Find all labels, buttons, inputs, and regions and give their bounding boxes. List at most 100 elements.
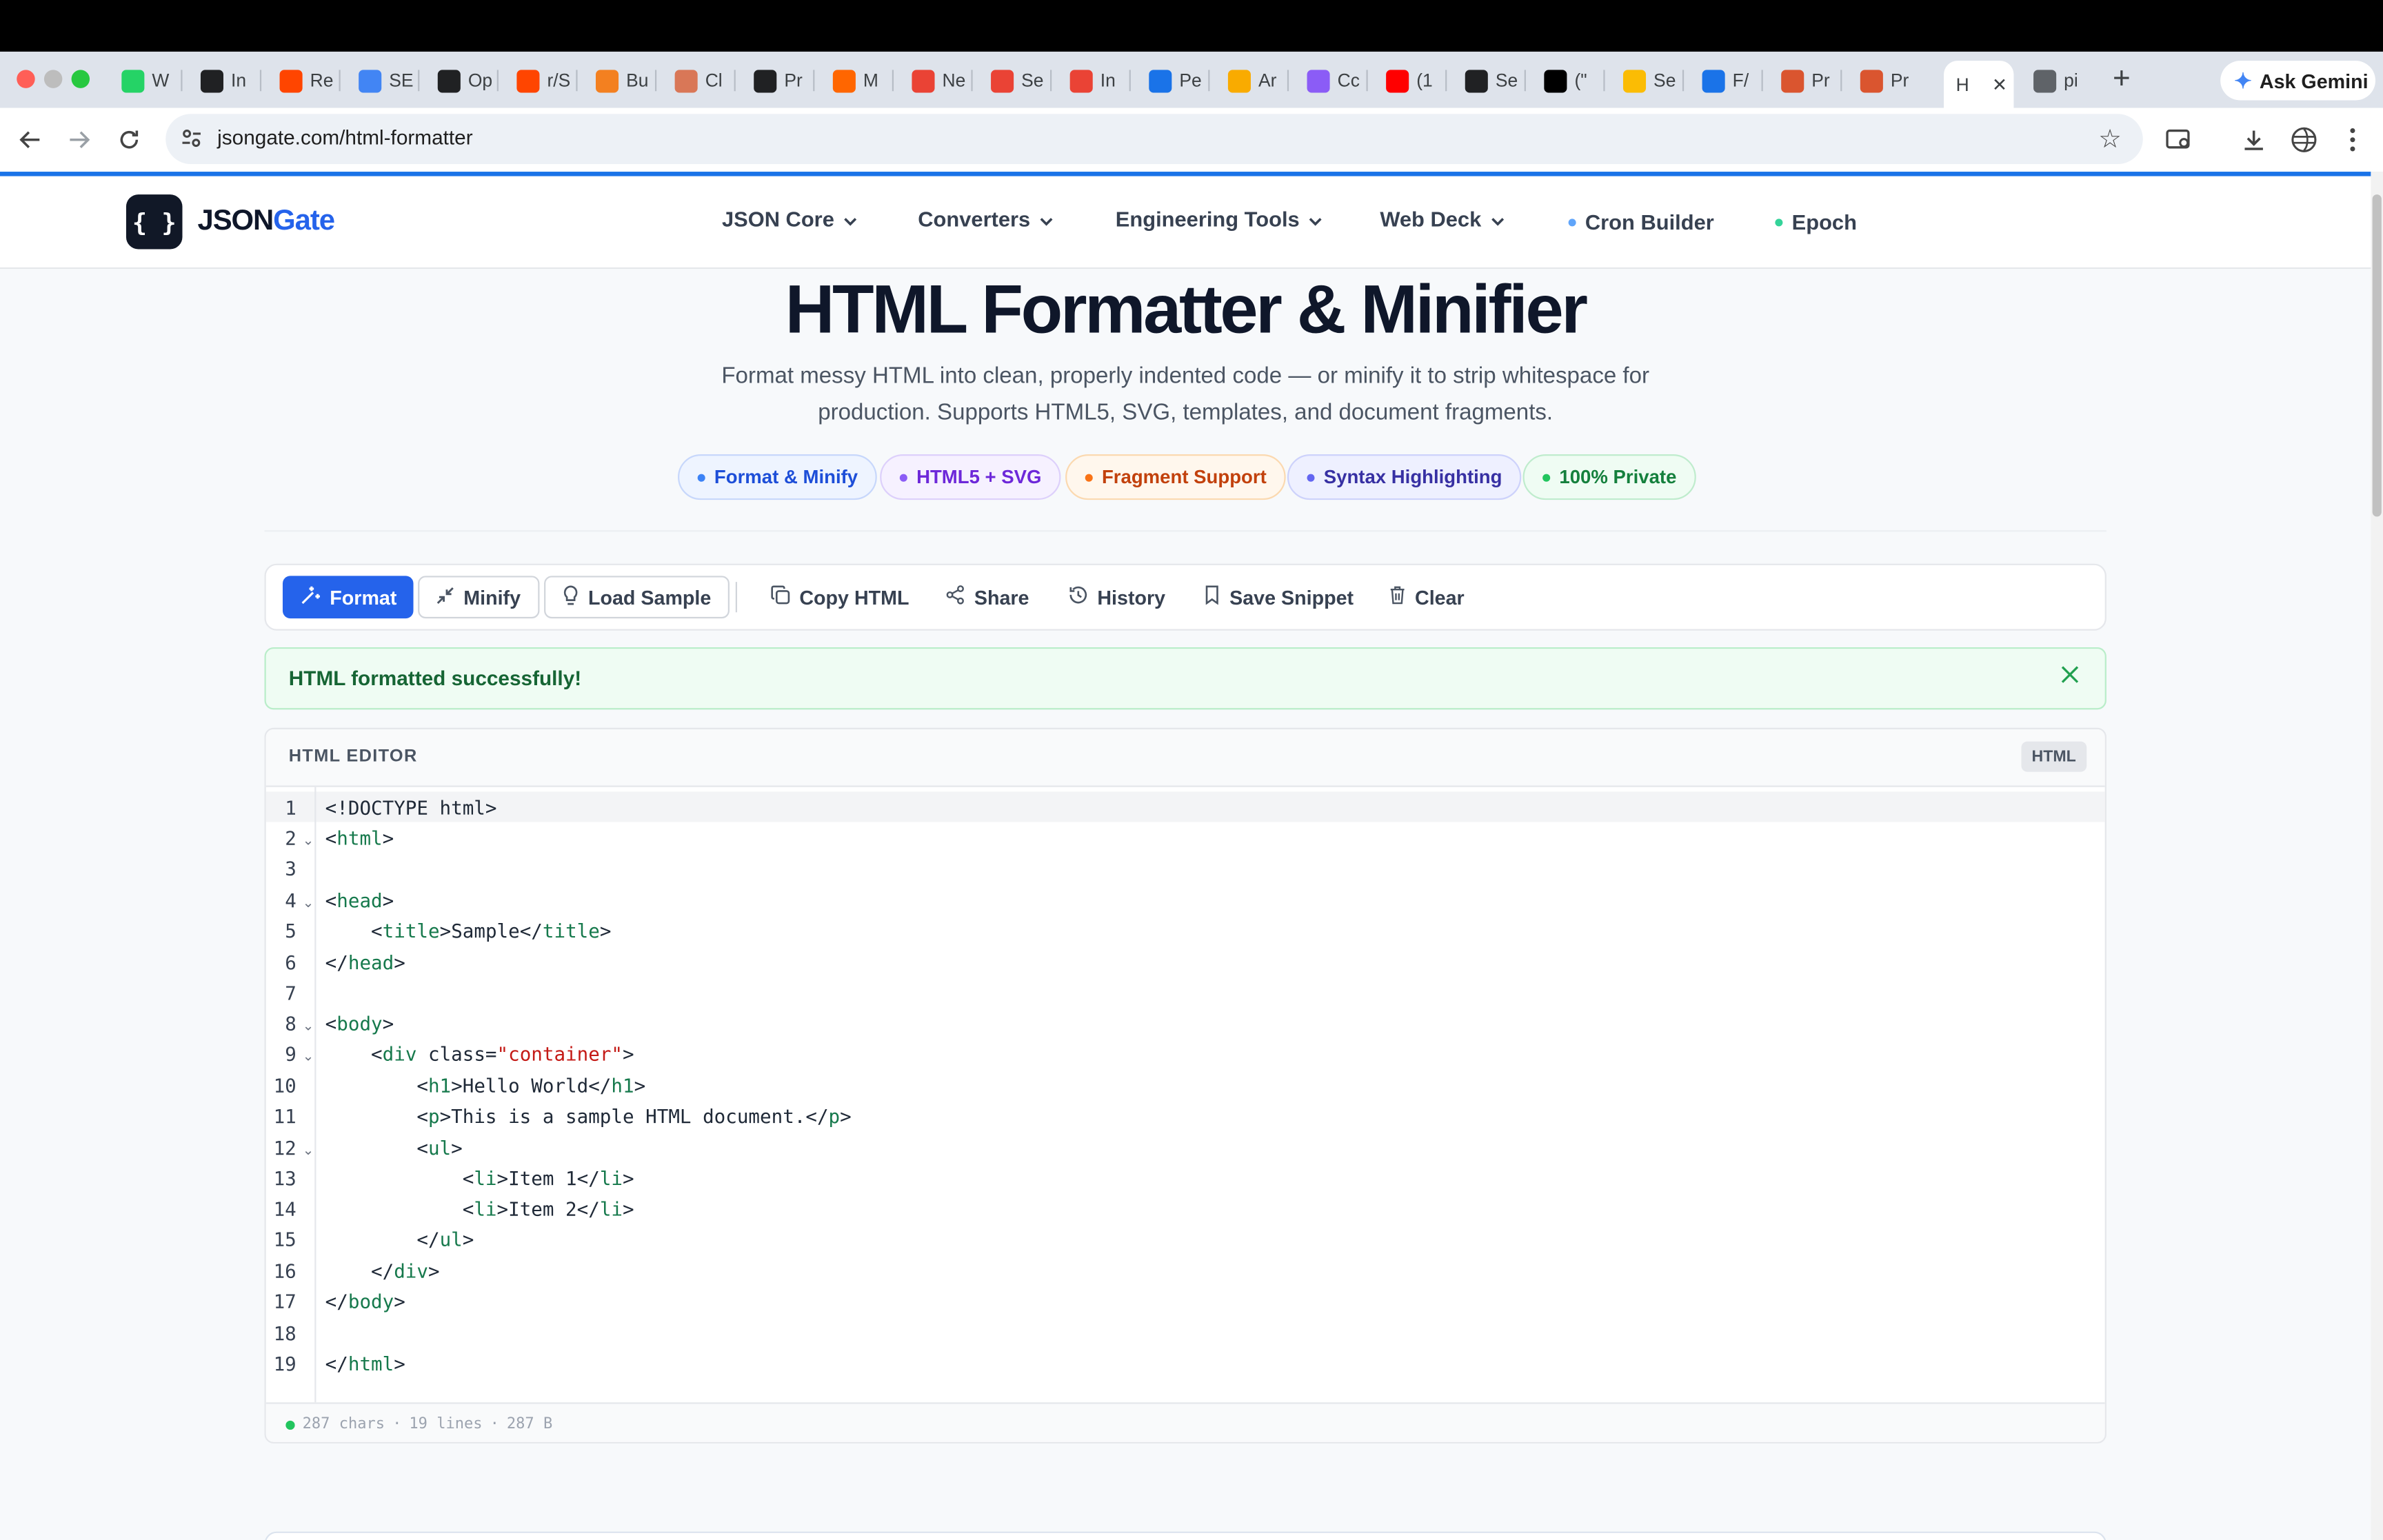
browser-tab[interactable]: ("	[1532, 61, 1605, 100]
code-line[interactable]: <ul>	[325, 1137, 462, 1159]
tab-separator	[1208, 70, 1210, 92]
ask-gemini-button[interactable]: ✦ Ask Gemini	[2220, 61, 2376, 101]
more-menu-icon[interactable]	[2334, 121, 2371, 158]
code-line[interactable]: </div>	[325, 1259, 440, 1282]
tab-title: W	[152, 70, 170, 92]
chevron-down-icon	[1039, 207, 1053, 231]
active-line-highlight	[265, 791, 2105, 822]
scrollbar-thumb[interactable]	[2372, 194, 2382, 517]
site-info-icon[interactable]	[179, 126, 203, 158]
badge-dot	[899, 473, 907, 481]
save-snippet-button[interactable]: Save Snippet	[1187, 576, 1370, 618]
browser-tab[interactable]: Cl	[663, 61, 736, 100]
reload-icon[interactable]	[111, 121, 148, 158]
address-bar[interactable]: jsongate.com/html-formatter ☆	[165, 114, 2143, 165]
share-icon	[945, 585, 965, 609]
clear-button[interactable]: Clear	[1372, 576, 1481, 618]
maximize-window-button[interactable]	[71, 70, 90, 88]
code-line[interactable]: <li>Item 1</li>	[325, 1167, 634, 1190]
browser-tab[interactable]: pi	[2021, 61, 2094, 100]
tab-title: Bu	[626, 70, 649, 92]
code-line[interactable]: </body>	[325, 1290, 405, 1313]
browser-tab[interactable]: r/S	[505, 61, 578, 100]
x-icon	[1544, 69, 1567, 92]
code-line[interactable]: </head>	[325, 951, 405, 974]
browser-tab[interactable]: Pe	[1137, 61, 1210, 100]
browser-tab[interactable]: H ✕	[1944, 61, 2014, 108]
format-button[interactable]: Format	[282, 576, 414, 619]
tab-title: Pr	[784, 70, 803, 92]
line-number: 13	[273, 1166, 296, 1190]
code-line[interactable]: <head>	[325, 889, 394, 911]
load-sample-button[interactable]: Load Sample	[544, 576, 730, 619]
code-line[interactable]: <html>	[325, 827, 394, 849]
code-line[interactable]: </html>	[325, 1352, 405, 1375]
copy-html-button[interactable]: Copy HTML	[754, 576, 926, 618]
line-number: 12	[273, 1136, 296, 1159]
extension-icon[interactable]	[2286, 121, 2322, 158]
tab-separator	[1603, 70, 1605, 92]
tab-title: In	[1100, 70, 1116, 92]
fold-chevron-icon[interactable]: ⌄	[303, 895, 314, 911]
browser-tab[interactable]: Se	[1453, 61, 1526, 100]
code-line[interactable]: <li>Item 2</li>	[325, 1197, 634, 1220]
nav-web-deck[interactable]: Web Deck	[1380, 207, 1504, 231]
browser-tab[interactable]: Op	[425, 61, 499, 100]
tab-separator	[1366, 70, 1368, 92]
bookmark-star-icon[interactable]: ☆	[2098, 125, 2122, 155]
close-window-button[interactable]	[17, 70, 35, 88]
browser-tab[interactable]: SE	[347, 61, 420, 100]
minify-button[interactable]: Minify	[418, 576, 539, 619]
tab-search-icon[interactable]	[2161, 121, 2198, 158]
feature-badge: Fragment Support	[1065, 454, 1287, 500]
browser-tab[interactable]: (1	[1374, 61, 1447, 100]
browser-tab[interactable]: Se	[1611, 61, 1685, 100]
code-line[interactable]: <div class="container">	[325, 1042, 634, 1065]
fold-chevron-icon[interactable]: ⌄	[303, 1018, 314, 1035]
tab-separator	[1840, 70, 1842, 92]
logo-mark[interactable]: { }	[125, 194, 183, 250]
tab-separator	[1050, 70, 1052, 92]
browser-tab[interactable]: In	[1058, 61, 1131, 100]
browser-tab[interactable]: M	[821, 61, 894, 100]
browser-tab[interactable]: Pr	[1769, 61, 1842, 100]
nav-cron-builder[interactable]: Cron Builder	[1568, 210, 1714, 234]
share-button[interactable]: Share	[929, 576, 1046, 618]
nav-json-core[interactable]: JSON Core	[722, 207, 857, 231]
nav-epoch[interactable]: Epoch	[1775, 210, 1857, 234]
code-line[interactable]: <h1>Hello World</h1>	[325, 1074, 645, 1097]
download-icon[interactable]	[2235, 121, 2272, 158]
code-line[interactable]: <body>	[325, 1012, 394, 1035]
logo-text[interactable]: JSONGate	[198, 205, 335, 239]
back-icon[interactable]	[12, 121, 49, 158]
code-line[interactable]: <p>This is a sample HTML document.</p>	[325, 1104, 851, 1127]
browser-tab[interactable]: In	[188, 61, 262, 100]
ask-gemini-label: Ask Gemini	[2259, 69, 2369, 92]
browser-tab[interactable]: Pr	[1848, 61, 1921, 100]
fold-chevron-icon[interactable]: ⌄	[303, 833, 314, 849]
nav-converters[interactable]: Converters	[918, 207, 1053, 231]
browser-tab[interactable]: Ar	[1216, 61, 1289, 100]
fold-chevron-icon[interactable]: ⌄	[303, 1142, 314, 1159]
close-tab-icon[interactable]: ✕	[1992, 74, 2007, 95]
code-line[interactable]: </ul>	[325, 1228, 474, 1250]
nav-engineering-tools[interactable]: Engineering Tools	[1116, 207, 1323, 231]
browser-tab[interactable]: Se	[978, 61, 1052, 100]
browser-tab[interactable]: Pr	[742, 61, 815, 100]
browser-tab[interactable]: F/	[1690, 61, 1763, 100]
fold-chevron-icon[interactable]: ⌄	[303, 1048, 314, 1065]
minimize-window-button[interactable]	[43, 70, 63, 88]
browser-tab[interactable]: Cc	[1295, 61, 1368, 100]
code-line[interactable]: <title>Sample</title>	[325, 919, 611, 942]
new-tab-button[interactable]: +	[2107, 61, 2137, 97]
forward-icon[interactable]	[61, 121, 97, 158]
code-line[interactable]: <!DOCTYPE html>	[325, 796, 497, 819]
browser-tab[interactable]: W	[110, 61, 183, 100]
line-number: 2	[285, 827, 296, 850]
history-button[interactable]: History	[1052, 576, 1182, 618]
tab-title: SE	[389, 70, 414, 92]
close-icon[interactable]	[2056, 661, 2084, 689]
browser-tab[interactable]: Bu	[583, 61, 657, 100]
browser-tab[interactable]: Re	[268, 61, 341, 100]
browser-tab[interactable]: Ne	[900, 61, 973, 100]
